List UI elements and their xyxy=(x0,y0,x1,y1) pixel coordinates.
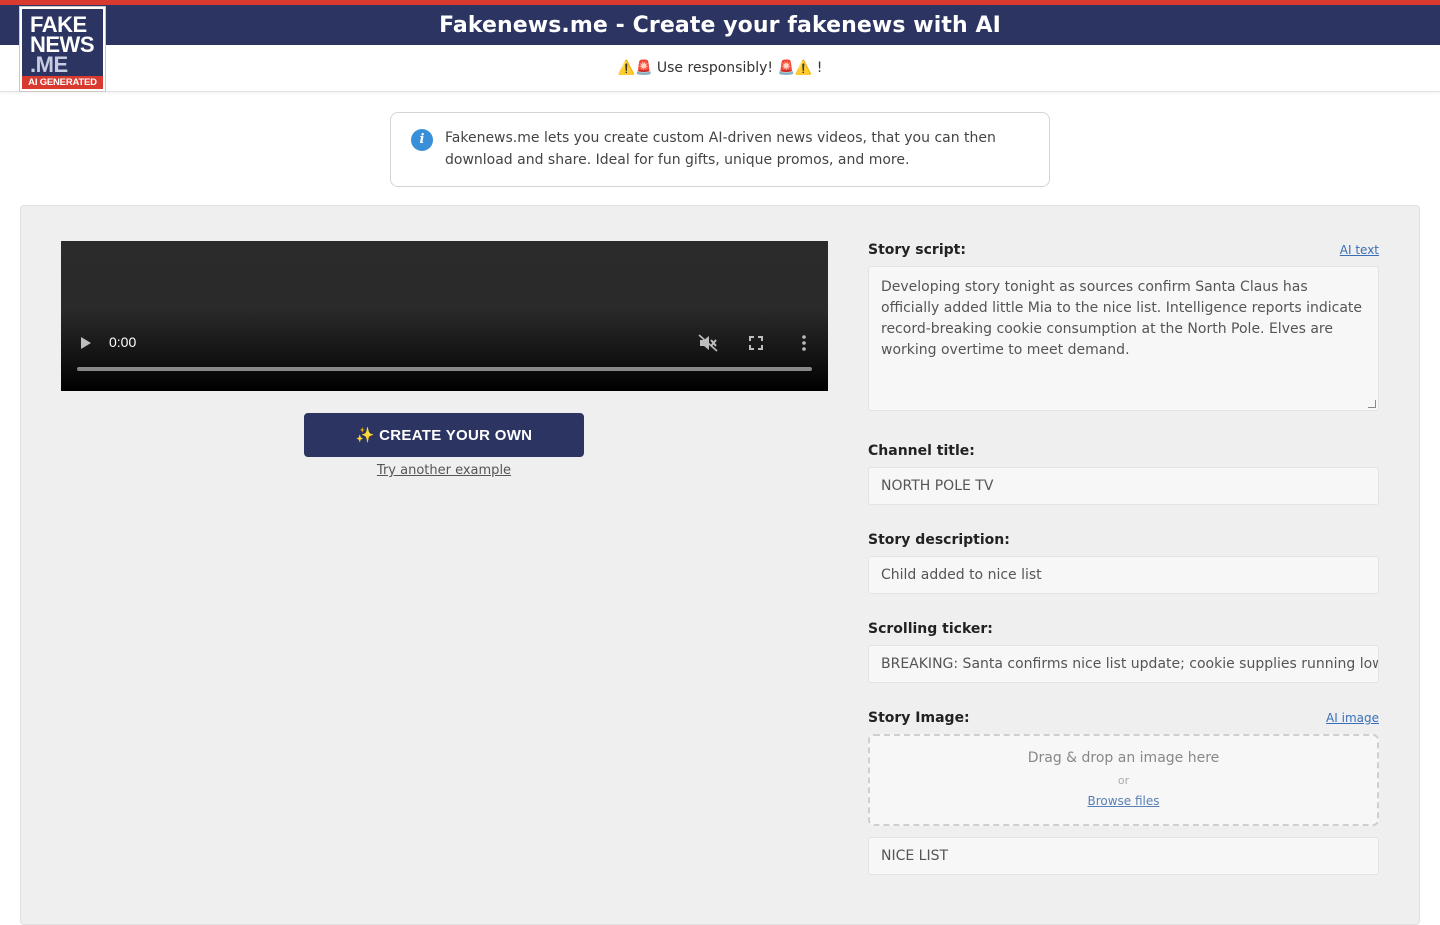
image-dropzone[interactable]: Drag & drop an image here or Browse file… xyxy=(868,734,1379,826)
title-bar: Fakenews.me - Create your fakenews with … xyxy=(0,5,1440,45)
more-options-icon[interactable] xyxy=(801,335,807,351)
channel-title-value: NORTH POLE TV xyxy=(881,478,994,494)
channel-title-label: Channel title: xyxy=(868,443,975,459)
info-text: Fakenews.me lets you create custom AI-dr… xyxy=(445,130,996,168)
scrolling-ticker-value: BREAKING: Santa confirms nice list updat… xyxy=(881,656,1379,672)
story-description-label: Story description: xyxy=(868,532,1010,548)
logo-line-me: .ME xyxy=(30,52,68,77)
scrolling-ticker-label: Scrolling ticker: xyxy=(868,621,993,637)
browse-files-link[interactable]: Browse files xyxy=(870,794,1377,808)
story-script-textarea[interactable]: Developing story tonight as sources conf… xyxy=(868,266,1379,411)
image-caption-value: NICE LIST xyxy=(881,848,949,864)
story-script-label: Story script: xyxy=(868,242,966,258)
dropzone-or: or xyxy=(1117,774,1130,787)
story-script-value: Developing story tonight as sources conf… xyxy=(881,279,1363,358)
scrolling-ticker-input[interactable]: BREAKING: Santa confirms nice list updat… xyxy=(868,645,1379,683)
channel-title-input[interactable]: NORTH POLE TV xyxy=(868,467,1379,505)
story-description-value: Child added to nice list xyxy=(881,567,1042,583)
fullscreen-icon[interactable] xyxy=(749,336,763,350)
info-notice: i Fakenews.me lets you create custom AI-… xyxy=(390,112,1050,187)
story-description-input[interactable]: Child added to nice list xyxy=(868,556,1379,594)
site-logo[interactable]: FAKE NEWS .ME AI GENERATED xyxy=(19,6,106,92)
image-caption-input[interactable]: NICE LIST xyxy=(868,837,1379,875)
story-image-label: Story Image: xyxy=(868,710,970,726)
mute-icon[interactable] xyxy=(698,334,718,352)
logo-ai-generated-badge: AI GENERATED xyxy=(22,76,103,89)
info-icon: i xyxy=(411,129,433,151)
video-seek-bar[interactable] xyxy=(77,367,812,371)
page-title: Fakenews.me - Create your fakenews with … xyxy=(439,12,1001,38)
ai-image-link[interactable]: AI image xyxy=(1326,711,1379,725)
resize-handle-icon[interactable] xyxy=(1368,400,1376,408)
create-your-own-button[interactable]: ✨ CREATE YOUR OWN xyxy=(304,413,584,457)
try-another-example-link[interactable]: Try another example xyxy=(304,463,584,478)
play-icon[interactable] xyxy=(80,336,92,350)
video-time: 0:00 xyxy=(109,334,137,350)
warning-text: ⚠️🚨 Use responsibly! 🚨⚠️ ! xyxy=(617,60,823,76)
ai-text-link[interactable]: AI text xyxy=(1340,243,1379,257)
dropzone-text: Drag & drop an image here xyxy=(1027,750,1220,766)
warning-bar: ⚠️🚨 Use responsibly! 🚨⚠️ ! xyxy=(0,45,1440,92)
